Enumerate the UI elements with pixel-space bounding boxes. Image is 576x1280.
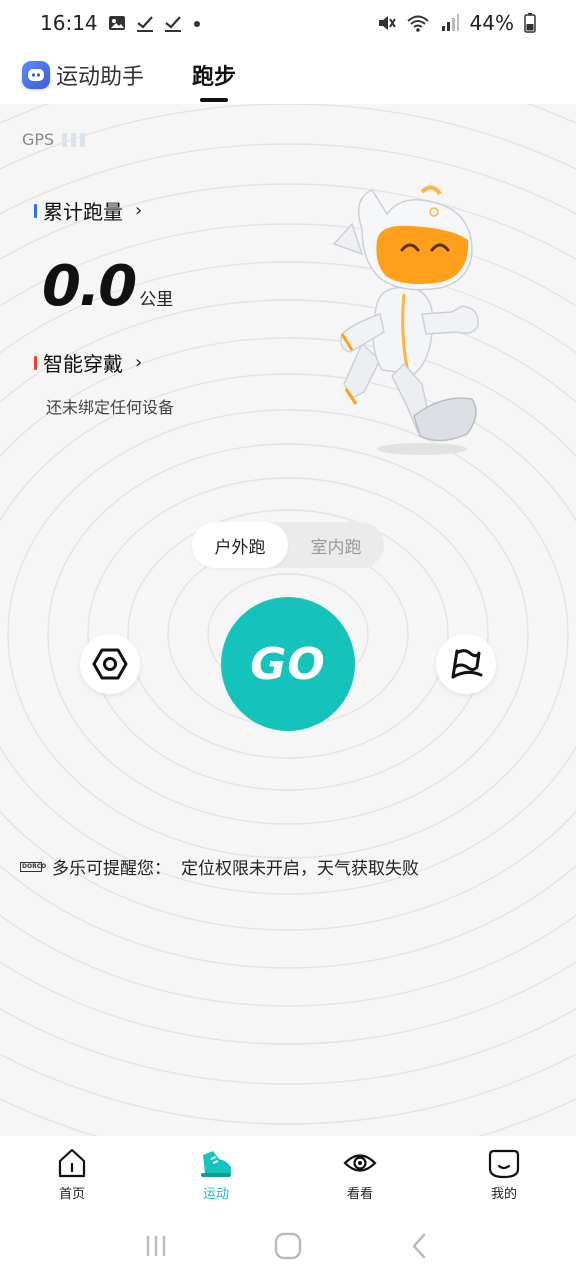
recent-apps-icon[interactable] [142,1232,170,1260]
robot-icon [22,61,50,89]
nav-label-sport: 运动 [202,1186,229,1202]
gallery-icon [108,16,125,30]
wearable-status: 还未绑定任何设备 [46,398,175,417]
reminder-message: 定位权限未开启，天气获取失败 [181,859,419,879]
gps-indicator: GPS [22,130,86,149]
distance-value: 0.0 [42,254,137,319]
settings-icon [92,648,128,680]
route-button[interactable] [436,634,496,694]
check-icon [164,16,181,32]
back-icon[interactable] [406,1232,434,1260]
red-mark [34,355,37,370]
eye-icon [343,1153,377,1172]
gps-bar [71,132,77,147]
check-icon [136,16,153,32]
sneaker-icon [201,1150,231,1177]
smile-icon [488,1149,520,1178]
gps-bar [62,132,68,147]
sport-assistant-button[interactable]: 运动助手 [22,59,144,91]
reminder-bar: DORCO 多乐可提醒您： 定位权限未开启，天气获取失败 [20,854,419,879]
total-distance-link[interactable]: 累计跑量 › [34,196,142,225]
gps-label: GPS [22,130,55,149]
nav-item-sport[interactable]: 运动 [144,1136,288,1212]
go-start-button[interactable]: GO [221,597,355,731]
indoor-run-option[interactable]: 室内跑 [288,522,384,568]
bottom-nav: 首页 运动 看看 我的 [0,1136,576,1212]
signal-icon [441,14,459,31]
nav-item-watch[interactable]: 看看 [288,1136,432,1212]
chevron-right-icon: › [135,200,143,221]
chevron-right-icon: › [135,352,143,373]
assistant-label: 运动助手 [56,65,145,90]
status-left: 16:14 [40,11,202,35]
nav-item-mine[interactable]: 我的 [432,1136,576,1212]
battery-icon [524,13,536,33]
system-nav-bar [0,1212,576,1280]
status-right: 44% [376,11,536,35]
smart-wearable-title: 智能穿戴 [43,352,123,376]
duoleke-logo-icon: DORCO [20,861,47,872]
dot-icon [193,21,200,27]
gps-bar [80,132,86,147]
total-distance-title: 累计跑量 [43,200,123,224]
run-mode-switch: 户外跑 室内跑 [192,522,384,568]
outdoor-run-option[interactable]: 户外跑 [192,522,288,568]
running-mascot [332,185,479,455]
total-distance: 0.0 公里 [42,254,173,319]
nav-item-home[interactable]: 首页 [0,1136,144,1212]
run-settings-button[interactable] [80,634,140,694]
wifi-icon [406,15,429,32]
battery-percent: 44% [469,11,514,35]
smart-wearable-link[interactable]: 智能穿戴 › [34,348,142,377]
header: 运动助手 跑步 [0,46,576,104]
go-label: GO [250,638,326,690]
home-icon [58,1148,86,1177]
blue-mark [34,203,37,218]
nav-label-home: 首页 [58,1186,85,1202]
tab-running[interactable]: 跑步 [192,46,236,104]
status-time: 16:14 [40,11,98,35]
running-main-area: GPS 累计跑量 › 0.0 公里 智能穿戴 › 还未绑定任何设备 户外跑 室内… [0,104,576,1136]
distance-unit: 公里 [139,290,174,310]
nav-label-mine: 我的 [490,1186,517,1202]
nav-label-watch: 看看 [346,1186,373,1202]
mute-icon [378,16,396,30]
reminder-prefix: 多乐可提醒您： [52,859,171,879]
home-button-icon[interactable] [273,1231,303,1261]
gps-signal-bars [62,132,86,147]
route-flag-icon [451,649,483,679]
status-bar: 16:14 44% [0,0,576,46]
